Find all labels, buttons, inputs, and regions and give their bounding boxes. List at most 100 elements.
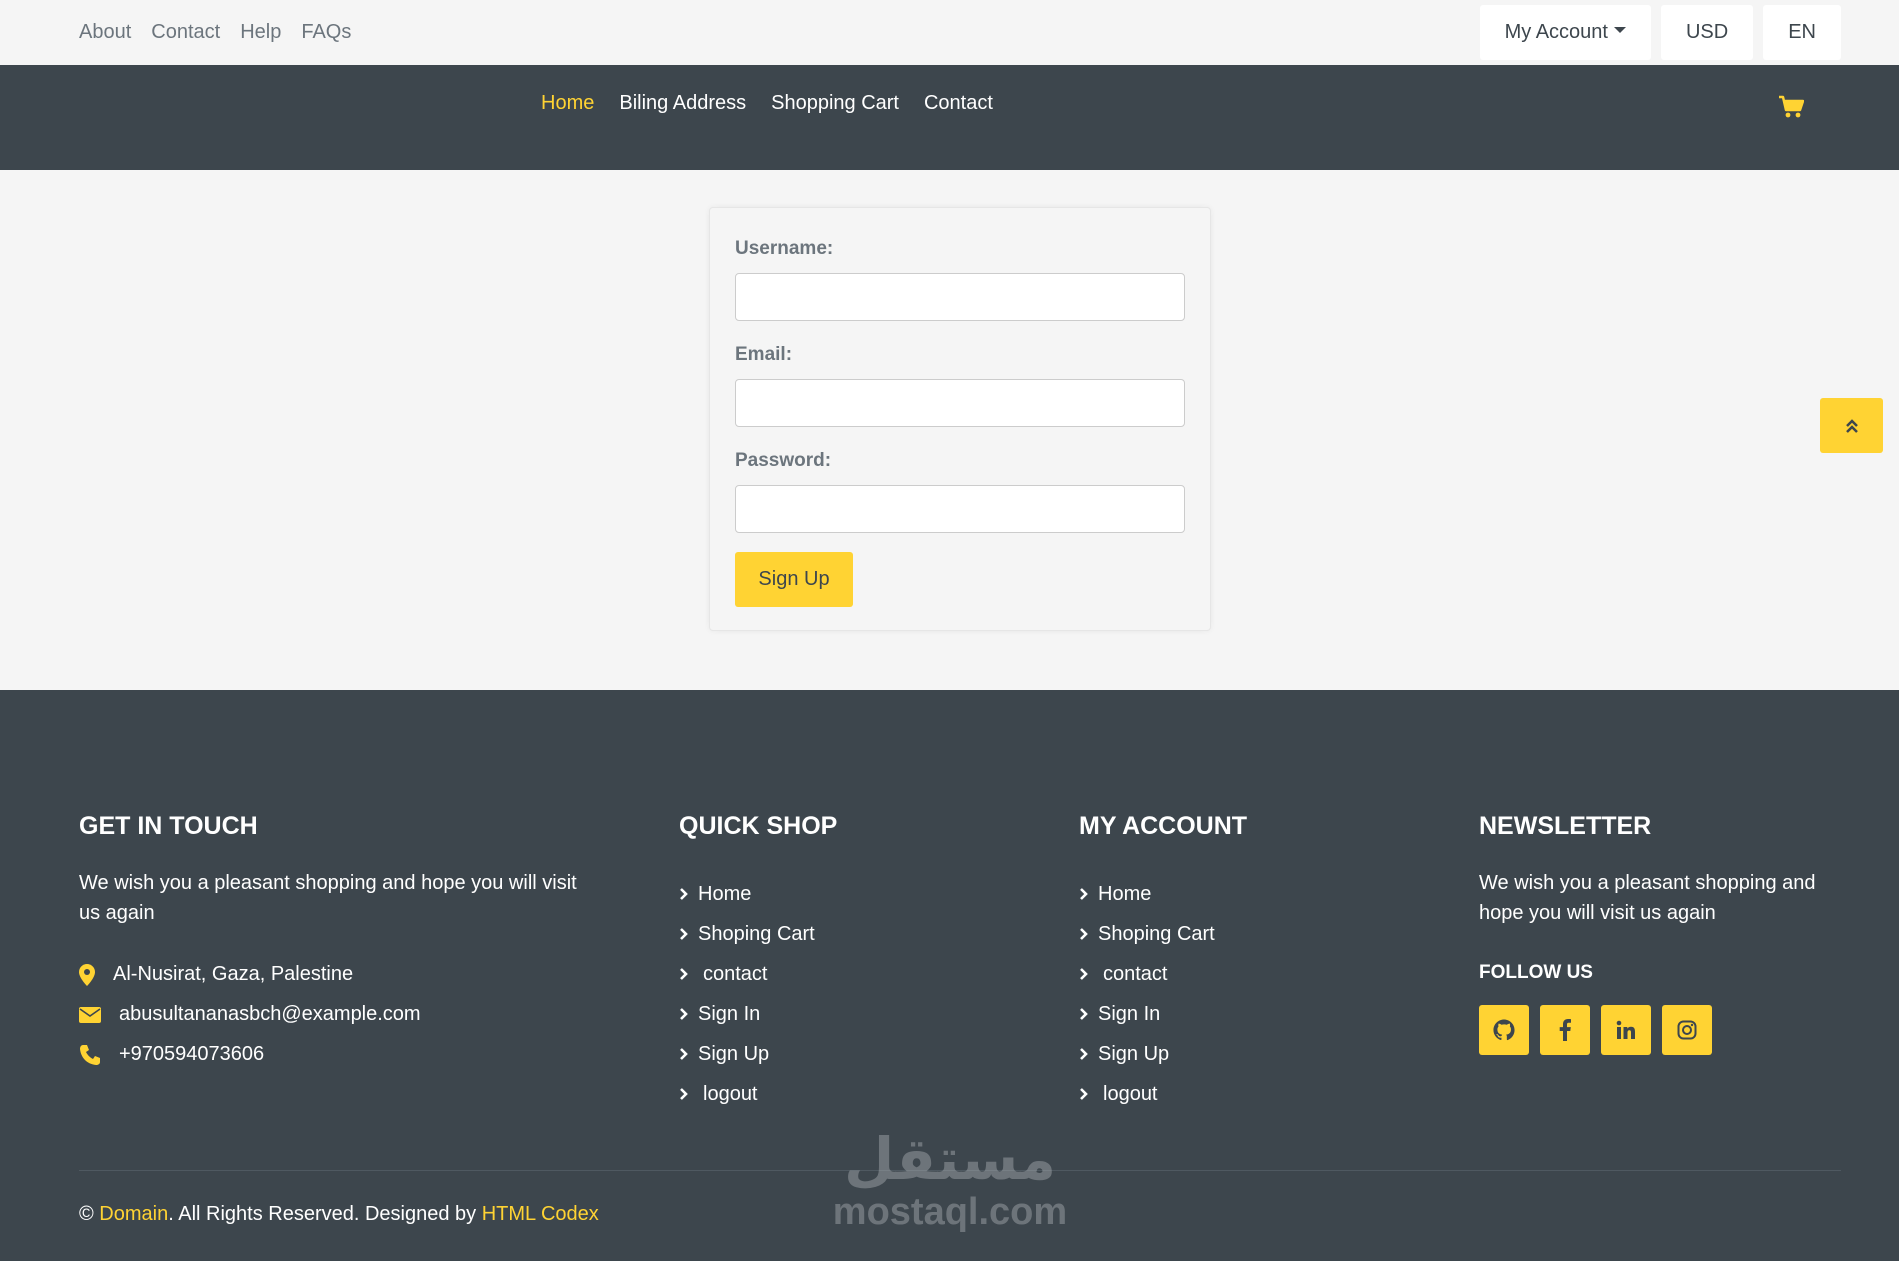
password-input[interactable]: [735, 485, 1185, 533]
my-account-link-contact[interactable]: contact: [1079, 954, 1215, 994]
phone-text: +970594073606: [119, 1043, 265, 1065]
github-icon: [1493, 1019, 1515, 1041]
chevron-right-icon: [1080, 968, 1088, 980]
quick-shop-list: Home Shoping Cart contact Sign In Sign U…: [679, 874, 815, 1114]
double-chevron-up-icon: [1845, 418, 1858, 433]
phone-row: +970594073606: [79, 1043, 264, 1066]
main-navbar: Home Biling Address Shopping Cart Contac…: [0, 65, 1899, 170]
chevron-right-icon: [680, 1088, 688, 1100]
chevron-right-icon: [1080, 888, 1088, 900]
quick-shop-label: contact: [703, 962, 768, 985]
my-account-label: Sign Up: [1098, 1042, 1170, 1065]
nav-link-home[interactable]: Home: [541, 92, 594, 115]
quick-shop-heading: QUICK SHOP: [679, 812, 838, 840]
top-buttons: My Account USD EN: [1479, 5, 1841, 60]
topbar: About Contact Help FAQs My Account USD E…: [0, 0, 1899, 65]
envelope-icon: [79, 1006, 101, 1023]
quick-shop-label: Home: [698, 882, 752, 905]
html-codex-link[interactable]: HTML Codex: [482, 1203, 599, 1225]
quick-shop-label: Sign Up: [698, 1042, 770, 1065]
address-text: Al-Nusirat, Gaza, Palestine: [113, 963, 354, 985]
linkedin-button[interactable]: [1601, 1005, 1651, 1055]
nav-link-billing-address[interactable]: Biling Address: [619, 92, 746, 115]
quick-shop-link-shopping-cart[interactable]: Shoping Cart: [679, 914, 815, 954]
email-row: abusultananasbch@example.com: [79, 1003, 421, 1026]
signup-form-card: Username: Email: Password: Sign Up: [709, 207, 1211, 631]
my-account-link-sign-up[interactable]: Sign Up: [1079, 1034, 1215, 1074]
facebook-button[interactable]: [1540, 1005, 1590, 1055]
nav-link-contact[interactable]: Contact: [924, 92, 993, 115]
quick-shop-link-sign-in[interactable]: Sign In: [679, 994, 815, 1034]
my-account-list: Home Shoping Cart contact Sign In Sign U…: [1079, 874, 1215, 1114]
get-in-touch-text: We wish you a pleasant shopping and hope…: [79, 872, 577, 924]
chevron-right-icon: [1080, 1048, 1088, 1060]
chevron-right-icon: [1080, 1088, 1088, 1100]
my-account-label: Sign In: [1098, 1002, 1161, 1025]
newsletter-text: We wish you a pleasant shopping and hope…: [1479, 872, 1816, 924]
mostaql-watermark: مستقل mostaql.com: [830, 1125, 1070, 1235]
language-label: EN: [1788, 21, 1816, 43]
chevron-right-icon: [1080, 928, 1088, 940]
nav-links: Home Biling Address Shopping Cart Contac…: [541, 92, 993, 115]
my-account-dropdown[interactable]: My Account: [1479, 5, 1651, 60]
password-label: Password:: [735, 450, 832, 471]
follow-us-label: FOLLOW US: [1479, 962, 1593, 983]
top-link-faqs[interactable]: FAQs: [301, 21, 351, 44]
chevron-right-icon: [680, 1008, 688, 1020]
username-label: Username:: [735, 238, 834, 259]
back-to-top-button[interactable]: [1820, 398, 1883, 453]
currency-button[interactable]: USD: [1660, 5, 1754, 60]
my-account-link-shopping-cart[interactable]: Shoping Cart: [1079, 914, 1215, 954]
sign-up-button[interactable]: Sign Up: [735, 552, 853, 607]
my-account-link-sign-in[interactable]: Sign In: [1079, 994, 1215, 1034]
copyright-symbol: ©: [79, 1203, 100, 1225]
quick-shop-link-sign-up[interactable]: Sign Up: [679, 1034, 815, 1074]
quick-shop-link-contact[interactable]: contact: [679, 954, 815, 994]
my-account-label: logout: [1103, 1082, 1158, 1105]
instagram-button[interactable]: [1662, 1005, 1712, 1055]
my-account-label: contact: [1103, 962, 1168, 985]
quick-shop-label: Sign In: [698, 1002, 761, 1025]
language-button[interactable]: EN: [1763, 5, 1841, 60]
my-account-link-home[interactable]: Home: [1079, 874, 1215, 914]
map-marker-icon: [79, 963, 95, 986]
chevron-right-icon: [680, 1048, 688, 1060]
quick-shop-label: logout: [703, 1082, 758, 1105]
chevron-right-icon: [680, 928, 688, 940]
social-links: [1479, 1005, 1712, 1055]
username-input[interactable]: [735, 273, 1185, 321]
my-account-label: Shoping Cart: [1098, 922, 1215, 945]
top-link-about[interactable]: About: [79, 21, 131, 44]
facebook-icon: [1559, 1019, 1571, 1041]
currency-label: USD: [1685, 21, 1729, 43]
caret-down-icon: [1613, 26, 1626, 33]
top-links: About Contact Help FAQs: [79, 21, 351, 44]
email-label: Email:: [735, 344, 793, 365]
address-row: Al-Nusirat, Gaza, Palestine: [79, 963, 353, 986]
quick-shop-link-logout[interactable]: logout: [679, 1074, 815, 1114]
email-text: abusultananasbch@example.com: [119, 1003, 421, 1025]
chevron-right-icon: [1080, 1008, 1088, 1020]
instagram-icon: [1677, 1020, 1697, 1040]
phone-icon: [80, 1044, 100, 1065]
chevron-right-icon: [680, 888, 688, 900]
chevron-right-icon: [680, 968, 688, 980]
linkedin-icon: [1616, 1020, 1635, 1039]
github-button[interactable]: [1479, 1005, 1529, 1055]
my-account-link-logout[interactable]: logout: [1079, 1074, 1215, 1114]
newsletter-heading: NEWSLETTER: [1479, 812, 1652, 840]
quick-shop-label: Shoping Cart: [698, 922, 815, 945]
copyright-text: © Domain. All Rights Reserved. Designed …: [79, 1203, 599, 1226]
nav-link-shopping-cart[interactable]: Shopping Cart: [771, 92, 899, 115]
top-link-contact[interactable]: Contact: [151, 21, 220, 44]
watermark-arabic: مستقل: [843, 1125, 1057, 1193]
my-account-heading: MY ACCOUNT: [1079, 812, 1248, 840]
get-in-touch-heading: GET IN TOUCH: [79, 812, 258, 840]
top-link-help[interactable]: Help: [240, 21, 281, 44]
email-input[interactable]: [735, 379, 1185, 427]
shopping-cart-icon[interactable]: [1778, 95, 1804, 119]
quick-shop-link-home[interactable]: Home: [679, 874, 815, 914]
domain-link[interactable]: Domain: [99, 1203, 168, 1225]
my-account-label: Home: [1098, 882, 1152, 905]
copyright-middle: . All Rights Reserved. Designed by: [168, 1203, 482, 1225]
